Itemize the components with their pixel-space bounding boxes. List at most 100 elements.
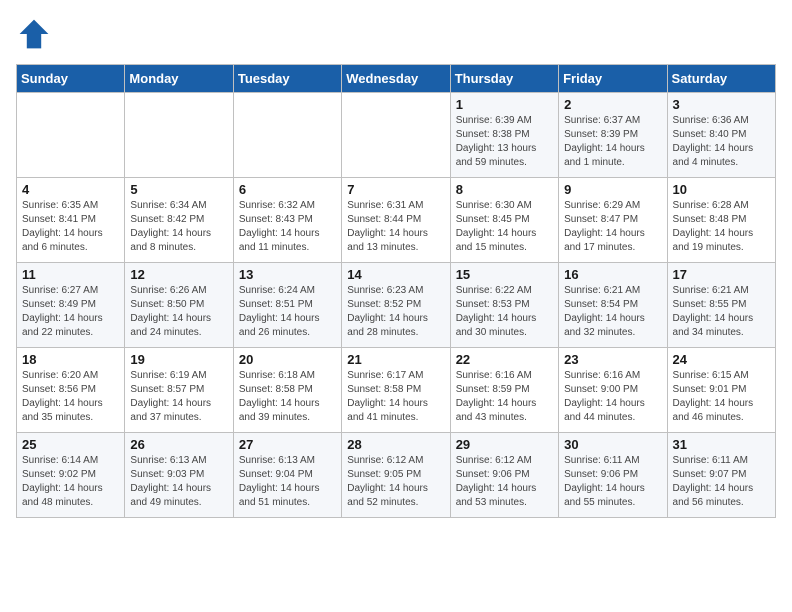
calendar-cell [17, 93, 125, 178]
weekday-header-thursday: Thursday [450, 65, 558, 93]
weekday-header-wednesday: Wednesday [342, 65, 450, 93]
day-number: 21 [347, 352, 444, 367]
cell-content: Sunrise: 6:28 AM Sunset: 8:48 PM Dayligh… [673, 199, 770, 255]
calendar-cell: 16 Sunrise: 6:21 AM Sunset: 8:54 PM Dayli… [559, 263, 667, 348]
day-number: 1 [456, 97, 553, 112]
cell-content: Sunrise: 6:21 AM Sunset: 8:55 PM Dayligh… [673, 284, 770, 340]
cell-content: Sunrise: 6:13 AM Sunset: 9:04 PM Dayligh… [239, 454, 336, 510]
weekday-header-monday: Monday [125, 65, 233, 93]
day-number: 16 [564, 267, 661, 282]
cell-content: Sunrise: 6:17 AM Sunset: 8:58 PM Dayligh… [347, 369, 444, 425]
day-number: 31 [673, 437, 770, 452]
cell-content: Sunrise: 6:12 AM Sunset: 9:05 PM Dayligh… [347, 454, 444, 510]
cell-content: Sunrise: 6:20 AM Sunset: 8:56 PM Dayligh… [22, 369, 119, 425]
cell-content: Sunrise: 6:15 AM Sunset: 9:01 PM Dayligh… [673, 369, 770, 425]
calendar-cell: 26 Sunrise: 6:13 AM Sunset: 9:03 PM Dayli… [125, 433, 233, 518]
cell-content: Sunrise: 6:11 AM Sunset: 9:06 PM Dayligh… [564, 454, 661, 510]
logo-icon [16, 16, 52, 52]
day-number: 11 [22, 267, 119, 282]
calendar-cell: 5 Sunrise: 6:34 AM Sunset: 8:42 PM Daylig… [125, 178, 233, 263]
calendar-cell: 15Sunrise: 6:22 AM Sunset: 8:53 PM Dayli… [450, 263, 558, 348]
calendar-cell [233, 93, 341, 178]
calendar-cell: 8 Sunrise: 6:30 AM Sunset: 8:45 PM Daylig… [450, 178, 558, 263]
calendar-cell: 1 Sunrise: 6:39 AM Sunset: 8:38 PM Daylig… [450, 93, 558, 178]
calendar-cell: 14 Sunrise: 6:23 AM Sunset: 8:52 PM Dayli… [342, 263, 450, 348]
cell-content: Sunrise: 6:29 AM Sunset: 8:47 PM Dayligh… [564, 199, 661, 255]
calendar-cell: 11Sunrise: 6:27 AM Sunset: 8:49 PM Dayli… [17, 263, 125, 348]
calendar-cell: 29Sunrise: 6:12 AM Sunset: 9:06 PM Dayli… [450, 433, 558, 518]
calendar-cell: 18 Sunrise: 6:20 AM Sunset: 8:56 PM Dayli… [17, 348, 125, 433]
cell-content: Sunrise: 6:34 AM Sunset: 8:42 PM Dayligh… [130, 199, 227, 255]
calendar-cell: 28 Sunrise: 6:12 AM Sunset: 9:05 PM Dayli… [342, 433, 450, 518]
cell-content: Sunrise: 6:30 AM Sunset: 8:45 PM Dayligh… [456, 199, 553, 255]
day-number: 17 [673, 267, 770, 282]
weekday-header-tuesday: Tuesday [233, 65, 341, 93]
weekday-header-sunday: Sunday [17, 65, 125, 93]
day-number: 2 [564, 97, 661, 112]
day-number: 12 [130, 267, 227, 282]
day-number: 14 [347, 267, 444, 282]
cell-content: Sunrise: 6:12 AM Sunset: 9:06 PM Dayligh… [456, 454, 553, 510]
cell-content: Sunrise: 6:31 AM Sunset: 8:44 PM Dayligh… [347, 199, 444, 255]
day-number: 5 [130, 182, 227, 197]
day-number: 18 [22, 352, 119, 367]
day-number: 4 [22, 182, 119, 197]
calendar-cell: 19Sunrise: 6:19 AM Sunset: 8:57 PM Dayli… [125, 348, 233, 433]
page-header [16, 16, 776, 52]
day-number: 9 [564, 182, 661, 197]
calendar-cell: 12 Sunrise: 6:26 AM Sunset: 8:50 PM Dayli… [125, 263, 233, 348]
cell-content: Sunrise: 6:16 AM Sunset: 8:59 PM Dayligh… [456, 369, 553, 425]
cell-content: Sunrise: 6:18 AM Sunset: 8:58 PM Dayligh… [239, 369, 336, 425]
cell-content: Sunrise: 6:23 AM Sunset: 8:52 PM Dayligh… [347, 284, 444, 340]
day-number: 24 [673, 352, 770, 367]
cell-content: Sunrise: 6:26 AM Sunset: 8:50 PM Dayligh… [130, 284, 227, 340]
calendar-cell: 3Sunrise: 6:36 AM Sunset: 8:40 PM Daylig… [667, 93, 775, 178]
calendar-cell: 25 Sunrise: 6:14 AM Sunset: 9:02 PM Dayli… [17, 433, 125, 518]
cell-content: Sunrise: 6:13 AM Sunset: 9:03 PM Dayligh… [130, 454, 227, 510]
calendar-cell: 20Sunrise: 6:18 AM Sunset: 8:58 PM Dayli… [233, 348, 341, 433]
calendar-cell [342, 93, 450, 178]
cell-content: Sunrise: 6:36 AM Sunset: 8:40 PM Dayligh… [673, 114, 770, 170]
cell-content: Sunrise: 6:19 AM Sunset: 8:57 PM Dayligh… [130, 369, 227, 425]
day-number: 7 [347, 182, 444, 197]
calendar-cell: 9 Sunrise: 6:29 AM Sunset: 8:47 PM Daylig… [559, 178, 667, 263]
day-number: 25 [22, 437, 119, 452]
weekday-header-friday: Friday [559, 65, 667, 93]
day-number: 15 [456, 267, 553, 282]
calendar-cell: 6Sunrise: 6:32 AM Sunset: 8:43 PM Daylig… [233, 178, 341, 263]
calendar-cell [125, 93, 233, 178]
cell-content: Sunrise: 6:39 AM Sunset: 8:38 PM Dayligh… [456, 114, 553, 170]
weekday-header-row: SundayMondayTuesdayWednesdayThursdayFrid… [17, 65, 776, 93]
calendar-cell: 27Sunrise: 6:13 AM Sunset: 9:04 PM Dayli… [233, 433, 341, 518]
day-number: 6 [239, 182, 336, 197]
calendar-cell: 17 Sunrise: 6:21 AM Sunset: 8:55 PM Dayli… [667, 263, 775, 348]
day-number: 23 [564, 352, 661, 367]
cell-content: Sunrise: 6:14 AM Sunset: 9:02 PM Dayligh… [22, 454, 119, 510]
calendar-table: SundayMondayTuesdayWednesdayThursdayFrid… [16, 64, 776, 518]
week-row-4: 18 Sunrise: 6:20 AM Sunset: 8:56 PM Dayli… [17, 348, 776, 433]
calendar-cell: 2Sunrise: 6:37 AM Sunset: 8:39 PM Daylig… [559, 93, 667, 178]
calendar-cell: 30 Sunrise: 6:11 AM Sunset: 9:06 PM Dayli… [559, 433, 667, 518]
cell-content: Sunrise: 6:21 AM Sunset: 8:54 PM Dayligh… [564, 284, 661, 340]
calendar-cell: 21 Sunrise: 6:17 AM Sunset: 8:58 PM Dayli… [342, 348, 450, 433]
week-row-2: 4Sunrise: 6:35 AM Sunset: 8:41 PM Daylig… [17, 178, 776, 263]
calendar-cell: 10 Sunrise: 6:28 AM Sunset: 8:48 PM Dayli… [667, 178, 775, 263]
week-row-3: 11Sunrise: 6:27 AM Sunset: 8:49 PM Dayli… [17, 263, 776, 348]
week-row-1: 1 Sunrise: 6:39 AM Sunset: 8:38 PM Daylig… [17, 93, 776, 178]
calendar-cell: 31 Sunrise: 6:11 AM Sunset: 9:07 PM Dayli… [667, 433, 775, 518]
cell-content: Sunrise: 6:16 AM Sunset: 9:00 PM Dayligh… [564, 369, 661, 425]
cell-content: Sunrise: 6:11 AM Sunset: 9:07 PM Dayligh… [673, 454, 770, 510]
weekday-header-saturday: Saturday [667, 65, 775, 93]
day-number: 26 [130, 437, 227, 452]
day-number: 22 [456, 352, 553, 367]
day-number: 13 [239, 267, 336, 282]
calendar-cell: 13 Sunrise: 6:24 AM Sunset: 8:51 PM Dayli… [233, 263, 341, 348]
cell-content: Sunrise: 6:24 AM Sunset: 8:51 PM Dayligh… [239, 284, 336, 340]
calendar-cell: 24 Sunrise: 6:15 AM Sunset: 9:01 PM Dayli… [667, 348, 775, 433]
day-number: 10 [673, 182, 770, 197]
day-number: 8 [456, 182, 553, 197]
day-number: 30 [564, 437, 661, 452]
week-row-5: 25 Sunrise: 6:14 AM Sunset: 9:02 PM Dayli… [17, 433, 776, 518]
day-number: 28 [347, 437, 444, 452]
calendar-cell: 7 Sunrise: 6:31 AM Sunset: 8:44 PM Daylig… [342, 178, 450, 263]
